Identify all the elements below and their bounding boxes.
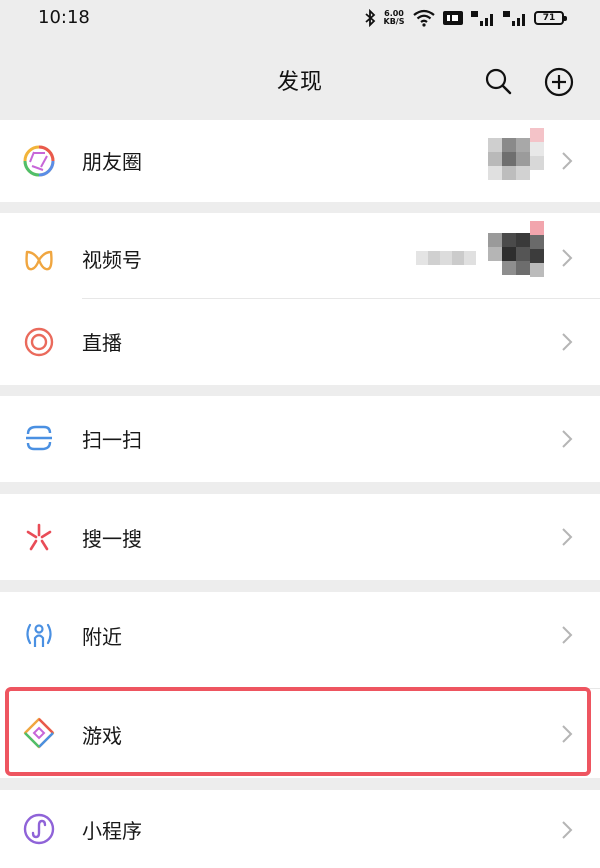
list-item-channels[interactable]: 视频号	[0, 213, 600, 298]
channels-icon	[25, 250, 53, 271]
live-label: 直播	[82, 331, 122, 355]
group-scan: 扫一扫	[0, 396, 600, 482]
chevron-right-icon	[562, 821, 573, 839]
network-speed-unit: KB/S	[383, 17, 405, 26]
games-highlight-box	[5, 687, 591, 776]
live-icon	[24, 327, 54, 357]
plus-circle-icon[interactable]	[543, 66, 575, 98]
chevron-right-icon	[562, 249, 573, 267]
list-item-nearby[interactable]: 附近	[0, 592, 600, 678]
status-icons: 6.00 KB/S 71	[364, 8, 567, 28]
moments-aperture-icon	[23, 145, 55, 177]
moments-label: 朋友圈	[82, 150, 142, 174]
search-spark-icon	[26, 523, 52, 551]
mini-programs-icon	[23, 813, 55, 845]
network-speed: 6.00 KB/S	[382, 10, 406, 26]
list-item-live[interactable]: 直播	[0, 299, 600, 385]
bluetooth-icon	[365, 9, 376, 27]
hd-volte-icon	[443, 11, 463, 25]
channels-preview-thumbnail	[488, 221, 550, 283]
chevron-right-icon	[562, 152, 573, 170]
cellular-signal-2-icon	[503, 11, 525, 26]
channels-label: 视频号	[82, 248, 142, 272]
wifi-icon	[413, 9, 435, 27]
channels-preview-text-blurred	[416, 251, 476, 265]
chevron-right-icon	[562, 333, 573, 351]
group-moments: 朋友圈	[0, 120, 600, 202]
group-search: 搜一搜	[0, 494, 600, 580]
chevron-right-icon	[562, 430, 573, 448]
status-bar: 10:18 6.00 KB/S 71	[0, 0, 600, 40]
group-mini-programs: 小程序	[0, 790, 600, 868]
search-label: 搜一搜	[82, 527, 142, 551]
list-item-scan[interactable]: 扫一扫	[0, 396, 600, 482]
list-item-moments[interactable]: 朋友圈	[0, 120, 600, 202]
nearby-label: 附近	[82, 625, 122, 649]
cellular-signal-1-icon	[471, 11, 493, 26]
scan-icon	[26, 425, 52, 451]
list-item-mini-programs[interactable]: 小程序	[0, 790, 600, 868]
status-time: 10:18	[38, 7, 90, 28]
battery-level: 71	[542, 13, 556, 23]
discover-screen: 10:18 6.00 KB/S 71 发现 朋友圈 视频号 直播 扫一扫 搜一搜…	[0, 0, 600, 868]
battery-icon: 71	[534, 11, 567, 25]
scan-label: 扫一扫	[82, 428, 142, 452]
nearby-icon	[26, 623, 52, 647]
search-icon[interactable]	[483, 66, 513, 96]
moments-preview-thumbnail	[488, 128, 550, 190]
list-item-search[interactable]: 搜一搜	[0, 494, 600, 580]
group-channels-live: 视频号 直播	[0, 213, 600, 385]
mini-programs-label: 小程序	[82, 819, 142, 843]
chevron-right-icon	[562, 626, 573, 644]
chevron-right-icon	[562, 528, 573, 546]
